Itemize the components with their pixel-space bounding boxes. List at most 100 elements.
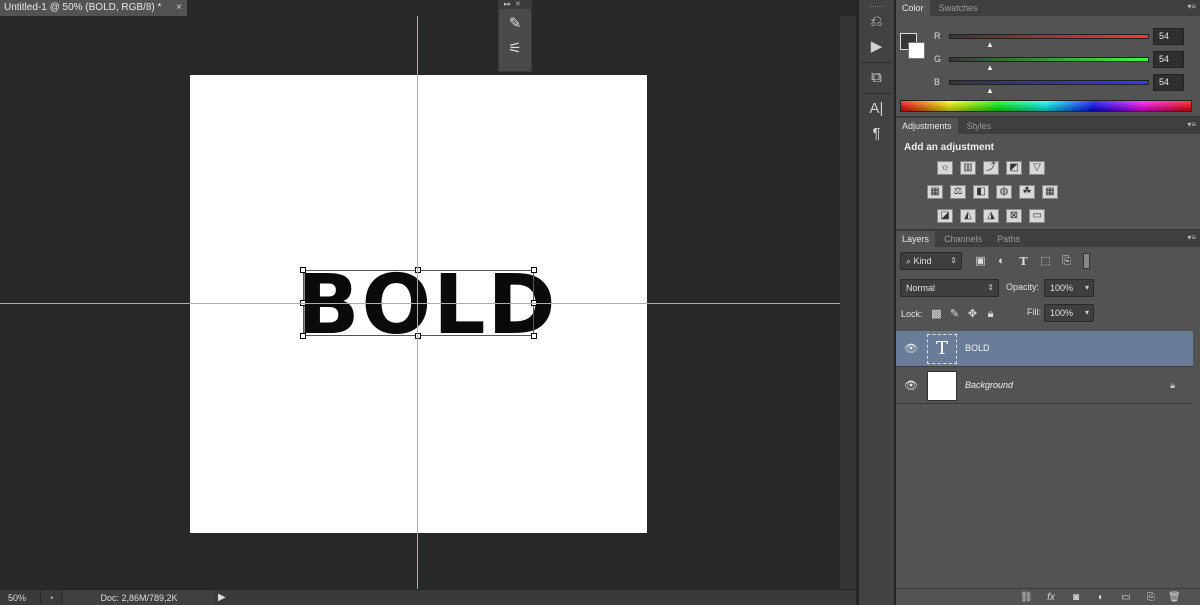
transform-handle-br[interactable] xyxy=(531,333,537,339)
text-layer-thumbnail[interactable]: T xyxy=(927,334,957,364)
paragraph-icon[interactable]: ¶ xyxy=(864,123,890,145)
blue-slider[interactable] xyxy=(949,80,1149,85)
tab-channels[interactable]: Channels xyxy=(938,231,988,247)
tab-layers[interactable]: Layers xyxy=(896,231,936,247)
delete-layer-icon[interactable]: 🗑︎ xyxy=(1168,592,1181,603)
color-spectrum-ramp[interactable] xyxy=(900,100,1192,112)
black-white-icon[interactable]: ◧ xyxy=(973,185,989,199)
lock-transparent-icon[interactable]: ▩ xyxy=(930,308,943,321)
lock-image-icon[interactable]: ✎ xyxy=(948,308,961,321)
vertical-scrollbar[interactable] xyxy=(840,16,856,589)
layer-name[interactable]: BOLD xyxy=(965,343,990,353)
color-balance-icon[interactable]: ⚖ xyxy=(950,185,966,199)
photo-filter-icon[interactable]: ◍ xyxy=(996,185,1012,199)
tab-styles[interactable]: Styles xyxy=(961,118,998,134)
character-icon[interactable]: A| xyxy=(864,98,890,120)
layer-name[interactable]: Background xyxy=(965,380,1013,390)
lock-all-icon[interactable]: 🔒︎ xyxy=(984,308,997,321)
background-color-swatch[interactable] xyxy=(908,42,925,59)
tab-color[interactable]: Color xyxy=(896,0,930,16)
red-slider[interactable] xyxy=(949,34,1149,39)
tab-swatches[interactable]: Swatches xyxy=(933,0,984,16)
blue-slider-row: B ▲ 54 xyxy=(934,74,1196,97)
new-group-icon[interactable]: ▭ xyxy=(1120,592,1132,603)
gradient-map-icon[interactable]: ▭ xyxy=(1029,209,1045,223)
layers-panel: Layers Channels Paths ▾≡ ⌕ Kind ⇕ ▣ ◐ T … xyxy=(896,231,1200,603)
color-panel: Color Swatches ▾≡ R ▲ 54 G ▲ 54 B ▲ 54 xyxy=(896,0,1200,118)
layer-style-fx-icon[interactable]: fx xyxy=(1045,592,1057,603)
levels-icon[interactable]: ▥ xyxy=(960,161,976,175)
layers-panel-menu-icon[interactable]: ▾≡ xyxy=(1187,233,1196,242)
green-slider-thumb[interactable]: ▲ xyxy=(986,63,994,72)
visibility-eye-icon[interactable]: 👁︎ xyxy=(904,342,918,355)
fill-input[interactable]: 100% ▾ xyxy=(1044,304,1094,322)
close-tab-icon[interactable]: × xyxy=(176,0,182,16)
blue-value-input[interactable]: 54 xyxy=(1153,74,1184,91)
transform-handle-bl[interactable] xyxy=(300,333,306,339)
status-bar: 50% ◔ Doc: 2,86M/789,2K ▶ xyxy=(0,589,856,605)
layer-row-bold[interactable]: 👁︎ T BOLD xyxy=(896,331,1193,367)
threshold-icon[interactable]: ◮ xyxy=(983,209,999,223)
filter-type-icon[interactable]: T xyxy=(1017,255,1030,268)
tab-adjustments[interactable]: Adjustments xyxy=(896,118,958,134)
brush-presets-icon[interactable]: ✎ xyxy=(504,14,526,34)
adjustments-panel: Adjustments Styles ▾≡ Add an adjustment … xyxy=(896,118,1200,231)
transform-handle-tr[interactable] xyxy=(531,267,537,273)
canvas-area[interactable]: BOLD xyxy=(0,16,856,589)
chevron-updown-icon: ⇕ xyxy=(950,256,957,265)
transform-handle-tm[interactable] xyxy=(415,267,421,273)
blue-slider-thumb[interactable]: ▲ xyxy=(986,86,994,95)
transform-handle-tl[interactable] xyxy=(300,267,306,273)
green-slider[interactable] xyxy=(949,57,1149,62)
selective-color-icon[interactable]: ⊠ xyxy=(1006,209,1022,223)
chevron-down-icon[interactable]: ▾ xyxy=(1085,305,1089,321)
doc-info[interactable]: Doc: 2,86M/789,2K xyxy=(64,590,214,605)
color-lookup-icon[interactable]: ▦ xyxy=(1042,185,1058,199)
layer-lock-icon[interactable]: 🔒︎ xyxy=(1170,380,1175,391)
filter-pixel-icon[interactable]: ▣ xyxy=(974,255,987,268)
zoom-icon[interactable]: ◔ xyxy=(40,590,62,605)
filter-toggle-icon[interactable] xyxy=(1083,253,1090,269)
filter-adjustment-icon[interactable]: ◐ xyxy=(995,255,1008,268)
3d-panel-icon[interactable]: ⧉ xyxy=(864,67,890,89)
curves-icon[interactable]: ⤴ xyxy=(983,161,999,175)
adjustments-panel-menu-icon[interactable]: ▾≡ xyxy=(1187,120,1196,129)
new-layer-icon[interactable]: ⎘ xyxy=(1145,592,1157,603)
clone-source-icon[interactable]: ⚟ xyxy=(504,39,526,59)
document-tab[interactable]: Untitled-1 @ 50% (BOLD, RGB/8) * × xyxy=(0,0,187,16)
right-panels: Color Swatches ▾≡ R ▲ 54 G ▲ 54 B ▲ 54 A… xyxy=(896,0,1200,605)
new-adjustment-layer-icon[interactable]: ◐ xyxy=(1095,592,1107,603)
actions-play-icon[interactable]: ▶ xyxy=(864,36,890,58)
red-value-input[interactable]: 54 xyxy=(1153,28,1184,45)
document-tab-title: Untitled-1 @ 50% (BOLD, RGB/8) * xyxy=(4,2,162,13)
invert-icon[interactable]: ◪ xyxy=(937,209,953,223)
color-panel-menu-icon[interactable]: ▾≡ xyxy=(1187,2,1196,11)
green-value-input[interactable]: 54 xyxy=(1153,51,1184,68)
exposure-icon[interactable]: ◩ xyxy=(1006,161,1022,175)
horizontal-guide[interactable] xyxy=(0,303,840,304)
filter-smart-object-icon[interactable]: ⎘ xyxy=(1060,255,1073,268)
history-icon[interactable]: ⎌ xyxy=(864,11,890,33)
add-mask-icon[interactable]: ◙ xyxy=(1070,592,1082,603)
zoom-level[interactable]: 50% xyxy=(8,593,26,603)
blend-mode-select[interactable]: Normal ⇕ xyxy=(900,279,999,297)
filter-kind-select[interactable]: ⌕ Kind ⇕ xyxy=(900,252,962,270)
transform-handle-bm[interactable] xyxy=(415,333,421,339)
layer-row-background[interactable]: 👁︎ Background 🔒︎ xyxy=(896,368,1193,404)
background-layer-thumbnail[interactable] xyxy=(927,371,957,401)
visibility-eye-icon[interactable]: 👁︎ xyxy=(904,379,918,392)
hue-saturation-icon[interactable]: ▦ xyxy=(927,185,943,199)
red-slider-thumb[interactable]: ▲ xyxy=(986,40,994,49)
mini-panel-header[interactable]: ▸▸ ✕ xyxy=(499,1,531,9)
vibrance-icon[interactable]: ▽ xyxy=(1029,161,1045,175)
tab-paths[interactable]: Paths xyxy=(991,231,1026,247)
opacity-input[interactable]: 100% ▾ xyxy=(1044,279,1094,297)
brightness-contrast-icon[interactable]: ☼ xyxy=(937,161,953,175)
lock-position-icon[interactable]: ✥ xyxy=(966,308,979,321)
link-layers-icon[interactable]: ⛓ xyxy=(1020,592,1033,603)
chevron-down-icon[interactable]: ▾ xyxy=(1085,280,1089,296)
status-menu-arrow-icon[interactable]: ▶ xyxy=(218,592,226,603)
channel-mixer-icon[interactable]: ☘ xyxy=(1019,185,1035,199)
filter-shape-icon[interactable]: ⬚ xyxy=(1039,255,1052,268)
posterize-icon[interactable]: ◭ xyxy=(960,209,976,223)
